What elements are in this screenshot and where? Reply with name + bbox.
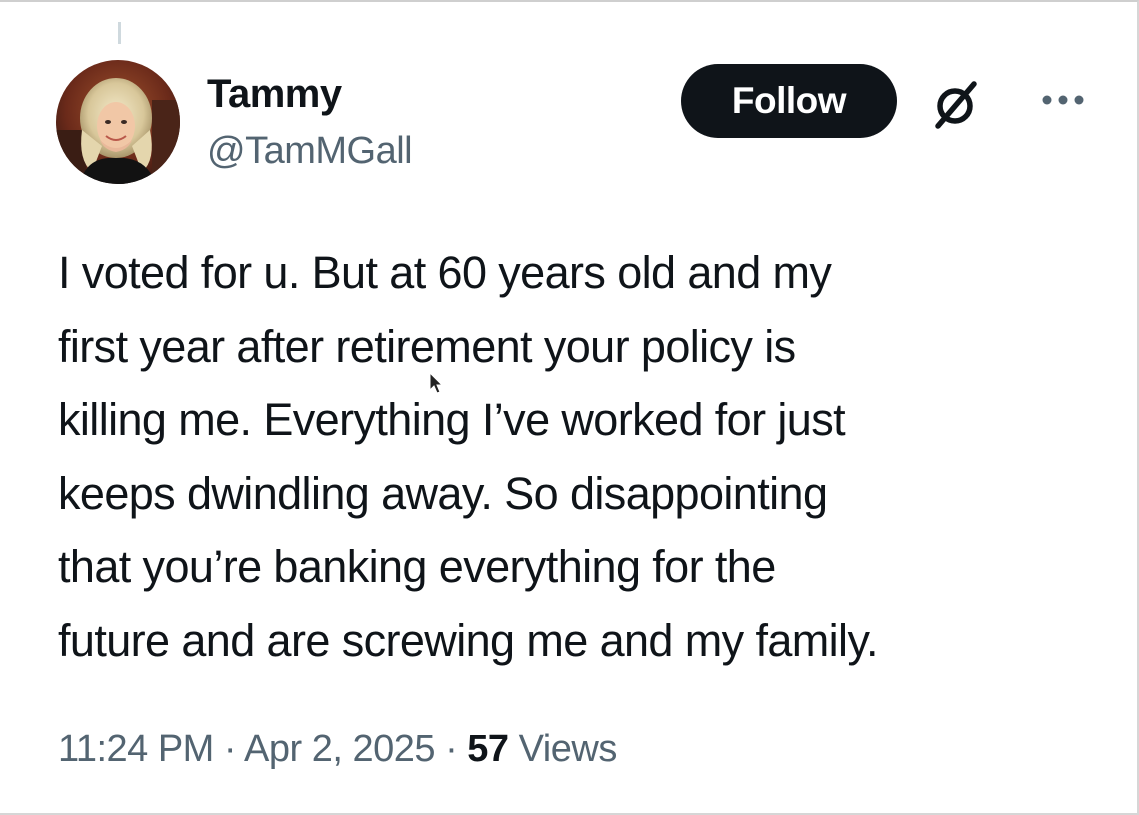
views-label: Views: [518, 728, 618, 770]
author-handle[interactable]: @TamMGall: [207, 130, 413, 173]
post-text-line: killing me. Everything I’ve worked for j…: [58, 394, 846, 445]
post-text-line: keeps dwindling away. So disappointing: [58, 467, 828, 519]
author-display-name[interactable]: Tammy: [207, 72, 342, 117]
ellipsis-icon: [1042, 95, 1084, 105]
post-time[interactable]: 11:24 PM: [58, 728, 214, 770]
meta-separator: ·: [435, 728, 468, 770]
views-count: 57: [467, 728, 509, 770]
post-metadata: 11:24 PM · Apr 2, 2025 · 57 Views: [58, 728, 617, 771]
post-text-line: future and are screwing me and my family…: [58, 614, 879, 666]
grok-icon-graphic: [935, 81, 977, 129]
more-options-icon[interactable]: [1040, 92, 1086, 108]
post-text: I voted for u. But at 60 years old and m…: [58, 236, 1108, 677]
mouse-pointer-icon: [428, 371, 444, 396]
post-text-line: first year after retirement your policy …: [58, 320, 796, 372]
grok-icon[interactable]: [930, 76, 982, 132]
arrow-cursor-icon: [429, 371, 444, 394]
post-text-line: that you’re banking everything for the: [58, 541, 776, 592]
profile-photo-icon: [56, 60, 180, 184]
avatar[interactable]: [56, 60, 180, 184]
thread-connector-line: [118, 22, 121, 44]
meta-separator: ·: [213, 728, 245, 770]
post-date[interactable]: Apr 2, 2025: [244, 728, 435, 770]
follow-button[interactable]: Follow: [681, 64, 897, 138]
post-text-line: I voted for u. But at 60 years old and m…: [58, 247, 832, 298]
